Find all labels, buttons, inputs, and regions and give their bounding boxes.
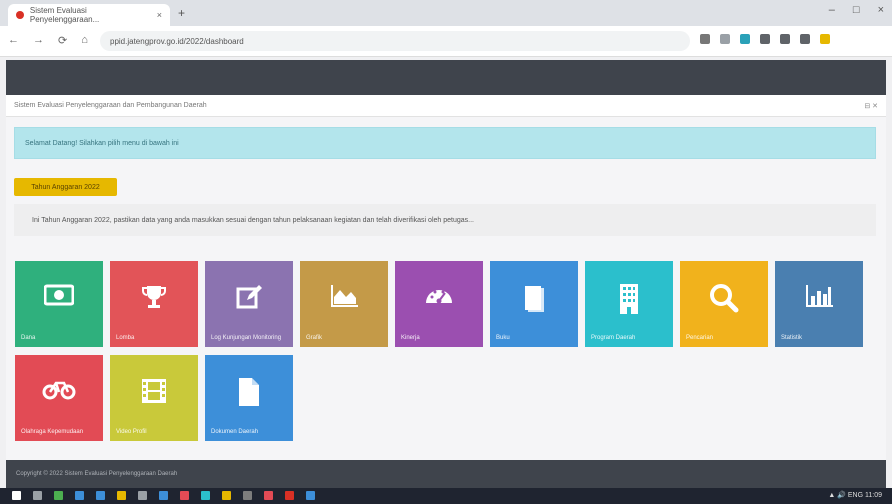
panel-controls[interactable]: ⊟ ✕: [864, 102, 878, 110]
taskbar-app-icon[interactable]: [54, 491, 63, 500]
reload-button[interactable]: ⟳: [58, 34, 67, 47]
bar-chart-icon: [804, 283, 834, 314]
taskbar-icons: [12, 491, 315, 500]
browser-tab-bar: Sistem Evaluasi Penyelenggaraan... × + –…: [0, 0, 892, 26]
menu-tile[interactable]: Buku: [490, 261, 578, 347]
menu-tile[interactable]: Kinerja: [395, 261, 483, 347]
year-button-label: Tahun Anggaran 2022: [31, 183, 100, 191]
back-button[interactable]: ←: [8, 34, 19, 47]
menu-tile[interactable]: Log Kunjungan Monitoring: [205, 261, 293, 347]
menu-tile[interactable]: Lomba: [110, 261, 198, 347]
menu-tile[interactable]: Statistik: [775, 261, 863, 347]
menu-tile-label: Video Profil: [116, 429, 147, 435]
taskbar-app-icon[interactable]: [75, 491, 84, 500]
film-icon: [140, 377, 168, 410]
search-icon: [709, 283, 739, 318]
menu-tile[interactable]: Program Daerah: [585, 261, 673, 347]
menu-tile-label: Dana: [21, 335, 36, 341]
menu-tile-label: Pencarian: [686, 335, 714, 341]
windows-taskbar: ▲ 🔊 ENG 11:09: [0, 488, 892, 504]
extension-icon[interactable]: [820, 34, 830, 44]
money-icon: [43, 283, 75, 312]
panel-title: Sistem Evaluasi Penyelenggaraan dan Pemb…: [14, 102, 207, 109]
url-text: ppid.jatengprov.go.id/2022/dashboard: [110, 36, 244, 46]
taskbar-app-icon[interactable]: [264, 491, 273, 500]
bicycle-icon: [42, 377, 76, 406]
footer-text: Copyright © 2022 Sistem Evaluasi Penyele…: [16, 471, 178, 477]
menu-tile-label: Dokumen Daerah: [211, 429, 259, 435]
extension-icon[interactable]: [700, 34, 710, 44]
taskbar-app-icon[interactable]: [285, 491, 294, 500]
footer: Copyright © 2022 Sistem Evaluasi Penyele…: [6, 460, 886, 488]
menu-tile-label: Olahraga Kepemudaan: [21, 429, 84, 435]
menu-tile-label: Statistik: [781, 335, 803, 341]
alert-text: Selamat Datang! Silahkan pilih menu di b…: [25, 139, 179, 147]
menu-tile-label: Buku: [496, 335, 510, 341]
taskbar-app-icon[interactable]: [96, 491, 105, 500]
menu-tile[interactable]: Olahraga Kepemudaan: [15, 355, 103, 441]
home-button[interactable]: ⌂: [81, 34, 88, 47]
menu-tile[interactable]: Dana: [15, 261, 103, 347]
menu-tile-label: Program Daerah: [591, 335, 636, 341]
taskbar-app-icon[interactable]: [180, 491, 189, 500]
menu-tile[interactable]: Grafik: [300, 261, 388, 347]
extension-icon[interactable]: [760, 34, 770, 44]
url-input[interactable]: ppid.jatengprov.go.id/2022/dashboard: [100, 31, 690, 51]
area-chart-icon: [329, 283, 359, 314]
book-icon: [522, 283, 546, 318]
taskbar-app-icon[interactable]: [201, 491, 210, 500]
maximize-button[interactable]: □: [853, 4, 860, 16]
year-button[interactable]: Tahun Anggaran 2022: [14, 178, 117, 196]
menu-tile-label: Grafik: [306, 335, 323, 341]
browser-tab[interactable]: Sistem Evaluasi Penyelenggaraan... ×: [8, 4, 170, 26]
close-window-button[interactable]: ×: [878, 4, 884, 16]
favicon-icon: [16, 11, 24, 19]
welcome-alert: Selamat Datang! Silahkan pilih menu di b…: [14, 127, 876, 159]
extension-icon[interactable]: [740, 34, 750, 44]
taskbar-app-icon[interactable]: [222, 491, 231, 500]
taskbar-app-icon[interactable]: [138, 491, 147, 500]
new-tab-button[interactable]: +: [178, 6, 185, 20]
minimize-button[interactable]: –: [829, 4, 835, 16]
window-controls: – □ ×: [829, 4, 884, 16]
menu-tile-label: Lomba: [116, 335, 135, 341]
address-bar-row: ← → ⟳ ⌂ ppid.jatengprov.go.id/2022/dashb…: [0, 26, 892, 57]
forward-button[interactable]: →: [33, 34, 44, 47]
taskbar-app-icon[interactable]: [33, 491, 42, 500]
menu-tile-label: Log Kunjungan Monitoring: [211, 335, 282, 341]
menu-tile-label: Kinerja: [401, 335, 420, 341]
taskbar-app-icon[interactable]: [12, 491, 21, 500]
taskbar-app-icon[interactable]: [306, 491, 315, 500]
edit-icon: [235, 283, 263, 316]
document-icon: [237, 377, 261, 412]
taskbar-app-icon[interactable]: [243, 491, 252, 500]
panel-header: Sistem Evaluasi Penyelenggaraan dan Pemb…: [6, 95, 886, 117]
menu-tile[interactable]: Video Profil: [110, 355, 198, 441]
app-navbar: [6, 60, 886, 95]
trophy-icon: [140, 283, 168, 316]
notice-box: Ini Tahun Anggaran 2022, pastikan data y…: [14, 204, 876, 236]
taskbar-app-icon[interactable]: [117, 491, 126, 500]
nav-buttons: ← → ⟳ ⌂: [8, 34, 88, 47]
tab-close-icon[interactable]: ×: [157, 10, 162, 20]
extension-icon[interactable]: [780, 34, 790, 44]
menu-tile[interactable]: Dokumen Daerah: [205, 355, 293, 441]
system-tray: ▲ 🔊 ENG 11:09: [828, 492, 882, 499]
menu-tile[interactable]: Pencarian: [680, 261, 768, 347]
extension-icon[interactable]: [800, 34, 810, 44]
notice-text: Ini Tahun Anggaran 2022, pastikan data y…: [32, 216, 474, 224]
extension-icon[interactable]: [720, 34, 730, 44]
taskbar-app-icon[interactable]: [159, 491, 168, 500]
tab-title: Sistem Evaluasi Penyelenggaraan...: [29, 6, 100, 24]
building-icon: [618, 283, 640, 320]
extension-icons: [700, 34, 830, 44]
dashboard-icon: [424, 283, 454, 312]
